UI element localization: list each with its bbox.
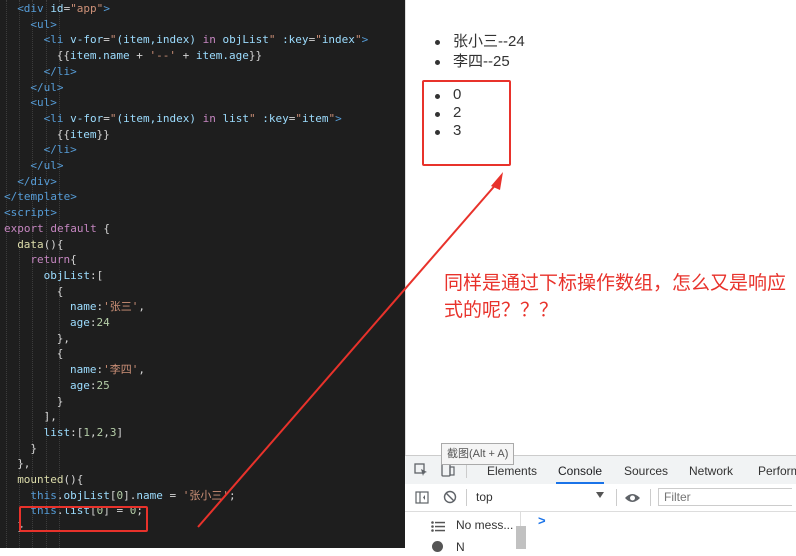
screenshot-tooltip: 截图(Alt + A)	[441, 443, 515, 465]
tab-sources[interactable]: Sources	[622, 456, 670, 484]
browser-preview: 张小三--24 李四--25 023	[405, 0, 796, 455]
console-sidebar: No mess... N	[405, 512, 526, 554]
code-line: }	[30, 441, 38, 455]
code-line: ],	[43, 410, 57, 424]
inspect-icon[interactable]	[414, 463, 428, 482]
context-select-value: top	[476, 490, 493, 504]
tab-network[interactable]: Network	[687, 456, 735, 484]
code-editor[interactable]: <div id="app"> <ul> <li v-for="(item,index…	[0, 0, 405, 548]
scrollbar[interactable]	[516, 526, 526, 549]
sidebar-item-second[interactable]: N	[405, 538, 520, 556]
toolbar-divider-3	[650, 489, 651, 506]
error-icon	[432, 541, 443, 552]
code-line: name:'李四',	[70, 363, 145, 377]
code-line: {	[56, 347, 64, 361]
sidebar-toggle-icon[interactable]	[415, 491, 429, 509]
code-line: data(){	[17, 237, 64, 251]
code-line: <li v-for="(item,index) in list" :key="i…	[43, 111, 342, 125]
code-line: name:'张三',	[70, 300, 145, 314]
sidebar-item-messages[interactable]: No mess...	[405, 516, 520, 534]
devtools-panel: Elements Console Sources Network Perform top…	[405, 455, 796, 554]
tab-console[interactable]: Console	[556, 456, 605, 484]
toolbar-divider-2	[616, 489, 617, 506]
code-line: age:25	[70, 378, 110, 392]
code-line: this.objList[0].name = '张小三';	[30, 488, 236, 502]
tab-perform[interactable]: Perform	[756, 456, 796, 484]
code-line: <li v-for="(item,index) in objList" :key…	[43, 33, 369, 47]
code-line: <ul>	[30, 96, 57, 110]
code-line: </ul>	[30, 159, 64, 172]
toolbar-divider	[466, 489, 467, 506]
list-item: 张小三--24	[431, 32, 525, 52]
code-line: mounted(){	[17, 473, 84, 486]
code-line: <script>	[4, 206, 57, 220]
code-line: <ul>	[30, 17, 57, 31]
code-line: objList:[	[43, 268, 104, 282]
code-line: }	[56, 394, 64, 408]
console-prompt-icon[interactable]: >	[538, 513, 546, 528]
code-line: </template>	[4, 190, 77, 204]
code-line: {	[56, 284, 64, 298]
code-line: {{item}}	[56, 127, 110, 141]
console-filter-input[interactable]	[658, 488, 792, 506]
indent-guide	[6, 0, 7, 548]
clear-console-icon[interactable]	[443, 490, 457, 509]
sidebar-item-label: No mess...	[456, 518, 514, 532]
code-line: },	[17, 457, 31, 471]
code-line: </div>	[17, 174, 57, 188]
annotation-text: 同样是通过下标操作数组，怎么又是响应式的呢？？？	[444, 273, 787, 321]
device-toggle-icon[interactable]	[441, 462, 455, 482]
eye-icon[interactable]	[624, 491, 641, 509]
highlight-box-code	[19, 506, 148, 532]
chevron-down-icon	[596, 492, 604, 498]
list-item: 李四--25	[431, 52, 525, 72]
code-line: {{item.name + '--' + item.age}}	[56, 49, 263, 63]
sidebar-item-label: N	[456, 540, 465, 554]
code-line: </ul>	[30, 80, 64, 94]
code-line: list:[1,2,3]	[43, 425, 124, 439]
code-line: </li>	[43, 143, 77, 157]
code-line: <div id="app">	[17, 2, 110, 15]
code-line: </li>	[43, 64, 77, 78]
code-line: return{	[30, 253, 77, 267]
list-icon	[431, 519, 445, 537]
obj-list: 张小三--24 李四--25	[431, 32, 525, 72]
code-line: },	[56, 331, 71, 345]
context-select[interactable]: top	[472, 487, 608, 507]
highlight-box-preview	[422, 80, 511, 166]
code-line: age:24	[70, 316, 110, 329]
code-line: export default {	[4, 221, 110, 235]
console-toolbar: top	[405, 484, 796, 512]
